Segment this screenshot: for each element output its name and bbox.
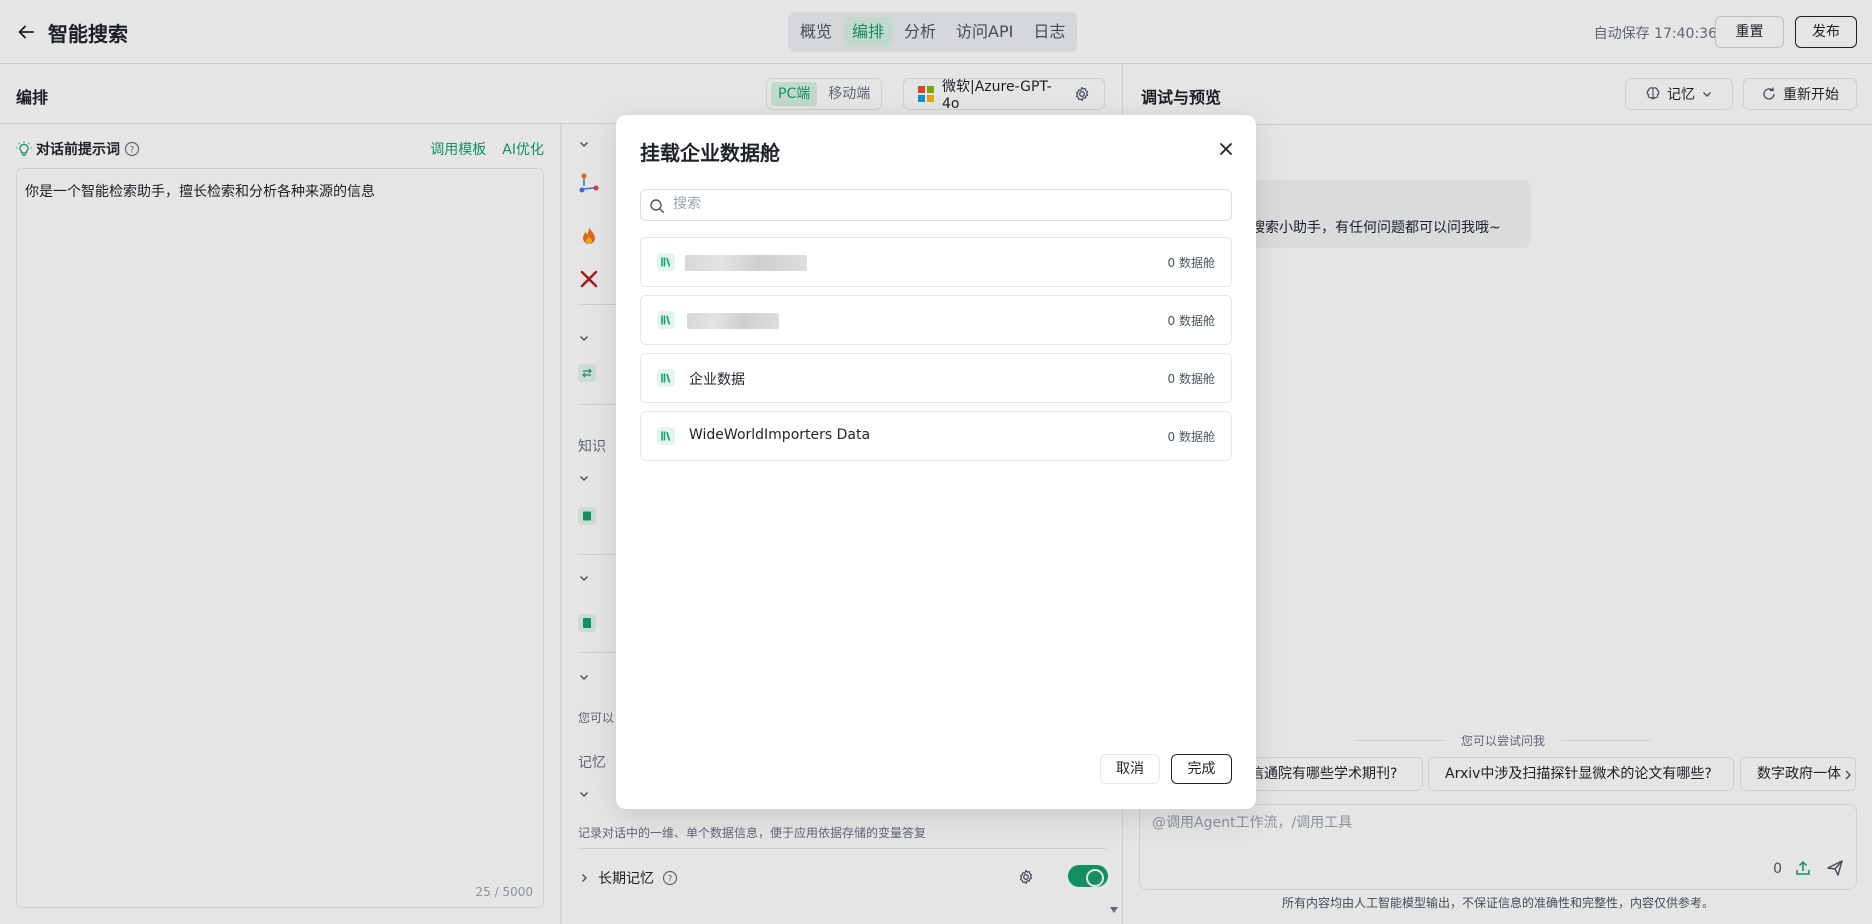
datacabin-list: 0 数据舱 0 数据舱 企业数据 0 数据舱 WideWorldImporter… [640, 237, 1232, 469]
database-icon [657, 427, 675, 445]
datacabin-count: 0 数据舱 [1167, 372, 1215, 386]
search-box [640, 189, 1232, 221]
database-icon [657, 369, 675, 387]
datacabin-count: 0 数据舱 [1167, 430, 1215, 444]
database-icon [657, 253, 675, 271]
redacted-name [687, 313, 779, 329]
cancel-button[interactable]: 取消 [1100, 754, 1160, 784]
modal-title: 挂载企业数据舱 [640, 141, 780, 165]
datacabin-item[interactable]: 0 数据舱 [640, 295, 1232, 345]
database-icon [657, 311, 675, 329]
redacted-name [685, 255, 807, 271]
datacabin-count: 0 数据舱 [1167, 256, 1215, 270]
datacabin-name: 企业数据 [689, 372, 745, 388]
close-icon[interactable] [1216, 139, 1236, 159]
search-icon [649, 198, 665, 214]
datacabin-item[interactable]: 0 数据舱 [640, 237, 1232, 287]
datacabin-item[interactable]: WideWorldImporters Data 0 数据舱 [640, 411, 1232, 461]
datacabin-count: 0 数据舱 [1167, 314, 1215, 328]
done-button[interactable]: 完成 [1171, 754, 1232, 784]
datacabin-item[interactable]: 企业数据 0 数据舱 [640, 353, 1232, 403]
mount-datacabin-modal: 挂载企业数据舱 0 数据舱 0 数据舱 企业数据 0 数据舱 WideWorld… [616, 115, 1256, 809]
search-input[interactable] [673, 196, 1213, 212]
datacabin-name: WideWorldImporters Data [689, 427, 871, 443]
